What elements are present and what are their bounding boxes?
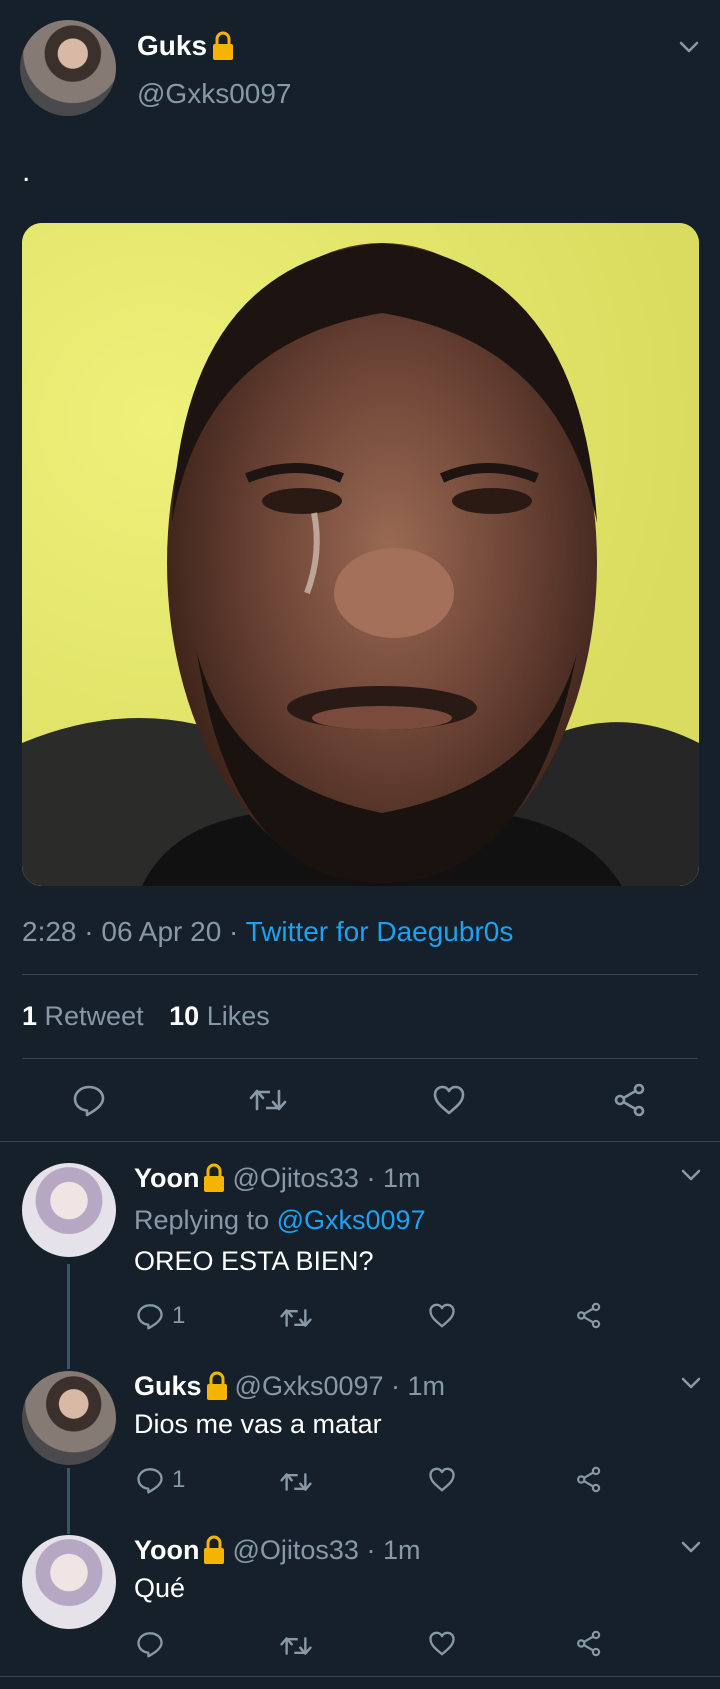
reply-header: Guks @Gxks0097 · 1m: [134, 1370, 445, 1402]
reply-time: 1m: [382, 1163, 421, 1193]
author-name[interactable]: Guks: [137, 30, 207, 62]
chevron-down-icon[interactable]: [680, 1376, 702, 1390]
tweet-meta: 2:28 · 06 Apr 20 · Twitter for Daegubr0s: [22, 916, 513, 948]
like-count: 10: [169, 1001, 200, 1031]
reply-icon[interactable]: [136, 1630, 164, 1658]
tweet-source-link[interactable]: Twitter for Daegubr0s: [246, 916, 514, 947]
reply-author-handle[interactable]: @Gxks0097: [235, 1370, 384, 1402]
reply-time: 1m: [407, 1371, 446, 1401]
reply-time: 1m: [382, 1535, 421, 1565]
reply-icon[interactable]: [136, 1466, 164, 1494]
chevron-down-icon[interactable]: [680, 1540, 702, 1554]
tweet-text: .: [22, 155, 31, 188]
reply-header: Yoon @Ojitos33 · 1m: [134, 1534, 420, 1566]
replying-to: Replying to @Gxks0097: [134, 1204, 426, 1236]
meta-separator: ·: [383, 1371, 408, 1401]
like-stat[interactable]: 10 Likes: [169, 1001, 270, 1031]
reply-author-name[interactable]: Guks: [134, 1370, 202, 1402]
reply-action[interactable]: [136, 1630, 164, 1658]
reply-count: 1: [172, 1302, 186, 1329]
divider: [0, 1676, 720, 1677]
retweet-count: 1: [22, 1001, 38, 1031]
reply-icon[interactable]: [136, 1302, 164, 1330]
author-name-row[interactable]: Guks: [137, 30, 235, 62]
crying-man-photo: [22, 223, 699, 886]
reply-avatar[interactable]: [22, 1163, 116, 1257]
retweet-icon[interactable]: [279, 1633, 313, 1659]
reply-author-handle[interactable]: @Ojitos33: [232, 1534, 358, 1566]
share-icon[interactable]: [612, 1083, 648, 1117]
lock-icon: [202, 1163, 226, 1193]
reply-author-handle[interactable]: @Ojitos33: [232, 1162, 358, 1194]
reply-text: Dios me vas a matar: [134, 1409, 382, 1439]
meta-separator: ·: [358, 1535, 383, 1565]
tweet-photo[interactable]: [22, 223, 699, 886]
replying-prefix: Replying to: [134, 1205, 270, 1235]
like-icon[interactable]: [432, 1084, 466, 1116]
retweet-icon[interactable]: [279, 1469, 313, 1495]
reply-text: Qué: [134, 1573, 186, 1603]
chevron-down-icon[interactable]: [678, 40, 700, 54]
retweet-icon[interactable]: [279, 1305, 313, 1331]
reply-count: 1: [172, 1466, 186, 1493]
meta-separator: ·: [358, 1163, 383, 1193]
divider: [0, 1141, 720, 1142]
lock-icon: [211, 31, 235, 61]
tweet-stats: 1 Retweet 10 Likes: [22, 1001, 270, 1032]
reply-icon[interactable]: [72, 1083, 106, 1117]
meta-separator: ·: [229, 916, 246, 947]
share-icon[interactable]: [575, 1630, 603, 1657]
reply-action[interactable]: 1: [136, 1466, 185, 1494]
reply-header: Yoon @Ojitos33 · 1m: [134, 1162, 420, 1194]
reply-avatar[interactable]: [22, 1371, 116, 1465]
divider: [22, 974, 698, 975]
lock-icon: [205, 1371, 229, 1401]
author-handle[interactable]: @Gxks0097: [137, 78, 292, 110]
reply-text: OREO ESTA BIEN?: [134, 1246, 374, 1276]
thread-line: [67, 1468, 70, 1534]
replying-to-handle[interactable]: @Gxks0097: [277, 1205, 426, 1235]
share-icon[interactable]: [575, 1302, 603, 1329]
like-icon[interactable]: [428, 1466, 456, 1493]
tweet-time: 2:28: [22, 916, 77, 947]
retweet-icon[interactable]: [248, 1085, 288, 1115]
meta-separator: ·: [84, 916, 102, 947]
divider: [22, 1058, 698, 1059]
like-icon[interactable]: [428, 1302, 456, 1329]
reply-author-name[interactable]: Yoon: [134, 1162, 199, 1194]
reply-avatar[interactable]: [22, 1535, 116, 1629]
tweet-date: 06 Apr 20: [101, 916, 222, 947]
retweet-label: Retweet: [44, 1001, 144, 1031]
share-icon[interactable]: [575, 1466, 603, 1493]
thread-line: [67, 1264, 70, 1369]
reply-action[interactable]: 1: [136, 1302, 185, 1330]
like-label: Likes: [206, 1001, 270, 1031]
retweet-stat[interactable]: 1 Retweet: [22, 1001, 151, 1031]
chevron-down-icon[interactable]: [680, 1168, 702, 1182]
lock-icon: [202, 1535, 226, 1565]
reply-author-name[interactable]: Yoon: [134, 1534, 199, 1566]
like-icon[interactable]: [428, 1630, 456, 1657]
author-avatar[interactable]: [20, 20, 116, 116]
